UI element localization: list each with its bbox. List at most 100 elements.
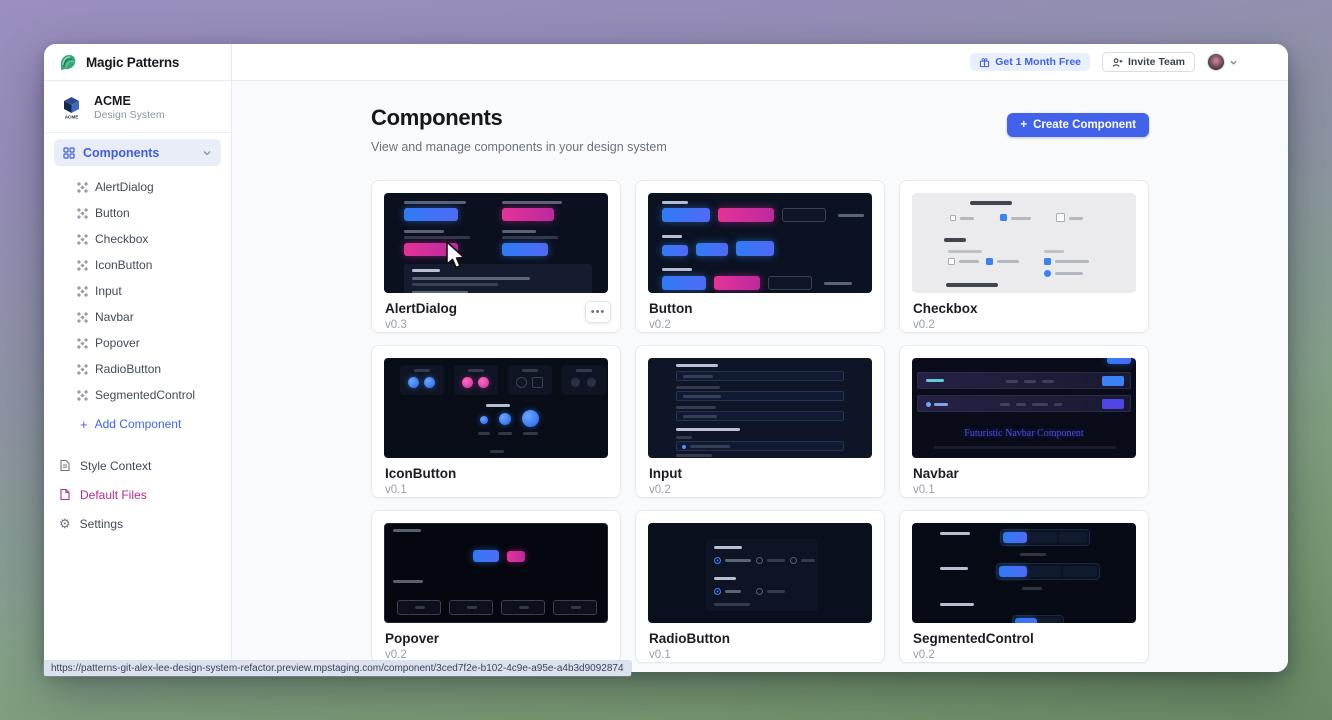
- card-input[interactable]: Input v0.2: [635, 345, 885, 498]
- sidebar-item-iconbutton[interactable]: IconButton: [44, 252, 231, 278]
- sidebar-item-label: SegmentedControl: [95, 388, 195, 402]
- sidebar-footer: Style Context Default Files ⚙ Settings: [44, 451, 231, 538]
- sidebar-item-label: Popover: [95, 336, 140, 350]
- card-segmentedcontrol[interactable]: SegmentedControl v0.2: [899, 510, 1149, 663]
- top-bar-actions: Get 1 Month Free Invite Team: [232, 52, 1288, 72]
- navbar-preview-row: [917, 395, 1131, 412]
- sidebar-item-style-context[interactable]: Style Context: [44, 451, 231, 480]
- workspace-text: ACME Design System: [94, 94, 165, 121]
- add-component-button[interactable]: + Add Component: [44, 411, 231, 437]
- component-list: AlertDialog Button Checkbox IconButton I…: [44, 174, 231, 408]
- brand-name: Magic Patterns: [86, 55, 179, 70]
- main-panel: Components View and manage components in…: [232, 81, 1288, 672]
- navbar-preview-row: [917, 372, 1131, 389]
- component-icon: [80, 315, 84, 319]
- sidebar-item-label: Checkbox: [95, 232, 148, 246]
- card-checkbox[interactable]: Checkbox v0.2: [899, 180, 1149, 333]
- card-title: Navbar: [913, 466, 1148, 481]
- status-url: https://patterns-git-alex-lee-design-sys…: [51, 663, 624, 674]
- chevron-down-icon: [1229, 58, 1238, 67]
- component-icon: [80, 263, 84, 267]
- component-thumbnail: [384, 358, 608, 458]
- component-icon: [80, 367, 84, 371]
- sidebar-item-checkbox[interactable]: Checkbox: [44, 226, 231, 252]
- sidebar-item-input[interactable]: Input: [44, 278, 231, 304]
- create-component-button[interactable]: + Create Component: [1007, 113, 1149, 137]
- card-version: v0.2: [913, 649, 1148, 661]
- sidebar-item-radiobutton[interactable]: RadioButton: [44, 356, 231, 382]
- sidebar-item-alertdialog[interactable]: AlertDialog: [44, 174, 231, 200]
- card-navbar[interactable]: Futuristic Navbar Component Navbar v0.1: [899, 345, 1149, 498]
- page-subtitle: View and manage components in your desig…: [371, 140, 667, 154]
- invite-team-label: Invite Team: [1128, 56, 1185, 68]
- component-thumbnail: Futuristic Navbar Component: [912, 358, 1136, 458]
- card-iconbutton[interactable]: IconButton v0.1: [371, 345, 621, 498]
- sidebar-item-button[interactable]: Button: [44, 200, 231, 226]
- component-thumbnail: [912, 193, 1136, 293]
- magic-patterns-logo-icon: [58, 52, 78, 72]
- sidebar-item-default-files[interactable]: Default Files: [44, 480, 231, 509]
- card-version: v0.1: [913, 484, 1148, 496]
- sidebar-item-segmentedcontrol[interactable]: SegmentedControl: [44, 382, 231, 408]
- card-alertdialog[interactable]: AlertDialog v0.3 •••: [371, 180, 621, 333]
- sidebar-item-label: AlertDialog: [95, 180, 154, 194]
- brand-zone[interactable]: Magic Patterns: [44, 44, 232, 80]
- segmented-preview: [1012, 615, 1064, 623]
- sidebar-item-popover[interactable]: Popover: [44, 330, 231, 356]
- app-window: Magic Patterns Get 1 Month Free: [44, 44, 1288, 672]
- account-menu[interactable]: [1207, 53, 1238, 71]
- sidebar: ACME ACME Design System Components: [44, 81, 232, 672]
- navbar-thumb-caption: Futuristic Navbar Component: [912, 428, 1136, 439]
- card-version: v0.2: [649, 319, 884, 331]
- card-version: v0.2: [649, 484, 884, 496]
- card-menu-button[interactable]: •••: [585, 301, 611, 323]
- component-icon: [80, 341, 84, 345]
- component-thumbnail: [384, 193, 608, 293]
- code-snippet-preview: [404, 264, 592, 293]
- sidebar-item-settings[interactable]: ⚙ Settings: [44, 509, 231, 538]
- workspace-name: ACME: [94, 94, 165, 109]
- component-icon: [80, 185, 84, 189]
- segmented-preview: [996, 563, 1100, 580]
- sidebar-item-label: Navbar: [95, 310, 134, 324]
- card-version: v0.2: [913, 319, 1148, 331]
- default-files-label: Default Files: [80, 488, 147, 502]
- gear-icon: ⚙: [59, 517, 71, 530]
- card-version: v0.1: [649, 649, 884, 661]
- sidebar-item-components[interactable]: Components: [54, 139, 221, 166]
- workspace-switcher[interactable]: ACME ACME Design System: [44, 81, 231, 132]
- invite-team-button[interactable]: Invite Team: [1102, 52, 1195, 72]
- component-thumbnail: [648, 193, 872, 293]
- component-icon: [80, 211, 84, 215]
- file-icon: [59, 488, 71, 501]
- svg-text:ACME: ACME: [65, 115, 79, 120]
- create-component-label: Create Component: [1033, 119, 1136, 131]
- get-month-free-button[interactable]: Get 1 Month Free: [970, 53, 1090, 71]
- workspace-subtitle: Design System: [94, 109, 165, 121]
- link-preview-statusbar: https://patterns-git-alex-lee-design-sys…: [44, 661, 631, 676]
- page-title: Components: [371, 105, 667, 131]
- sidebar-item-label: RadioButton: [95, 362, 161, 376]
- gift-icon: [979, 57, 990, 68]
- card-title: IconButton: [385, 466, 620, 481]
- file-text-icon: [59, 459, 71, 472]
- plus-icon: +: [1020, 119, 1027, 131]
- sidebar-item-label: Button: [95, 206, 130, 220]
- add-component-label: Add Component: [95, 417, 182, 431]
- sidebar-item-navbar[interactable]: Navbar: [44, 304, 231, 330]
- card-radiobutton[interactable]: RadioButton v0.1: [635, 510, 885, 663]
- settings-label: Settings: [80, 517, 123, 531]
- card-button[interactable]: Button v0.2: [635, 180, 885, 333]
- card-title: RadioButton: [649, 631, 884, 646]
- card-popover[interactable]: Popover v0.2: [371, 510, 621, 663]
- radio-preview-panel: [706, 539, 818, 611]
- component-icon: [80, 393, 84, 397]
- component-icon: [80, 237, 84, 241]
- sidebar-item-label: IconButton: [95, 258, 152, 272]
- chevron-down-icon: [202, 148, 212, 158]
- page-header: Components View and manage components in…: [371, 105, 1149, 154]
- sidebar-item-label: Input: [95, 284, 122, 298]
- component-thumbnail: [912, 523, 1136, 623]
- get-month-free-label: Get 1 Month Free: [995, 56, 1081, 68]
- card-version: v0.3: [385, 319, 620, 331]
